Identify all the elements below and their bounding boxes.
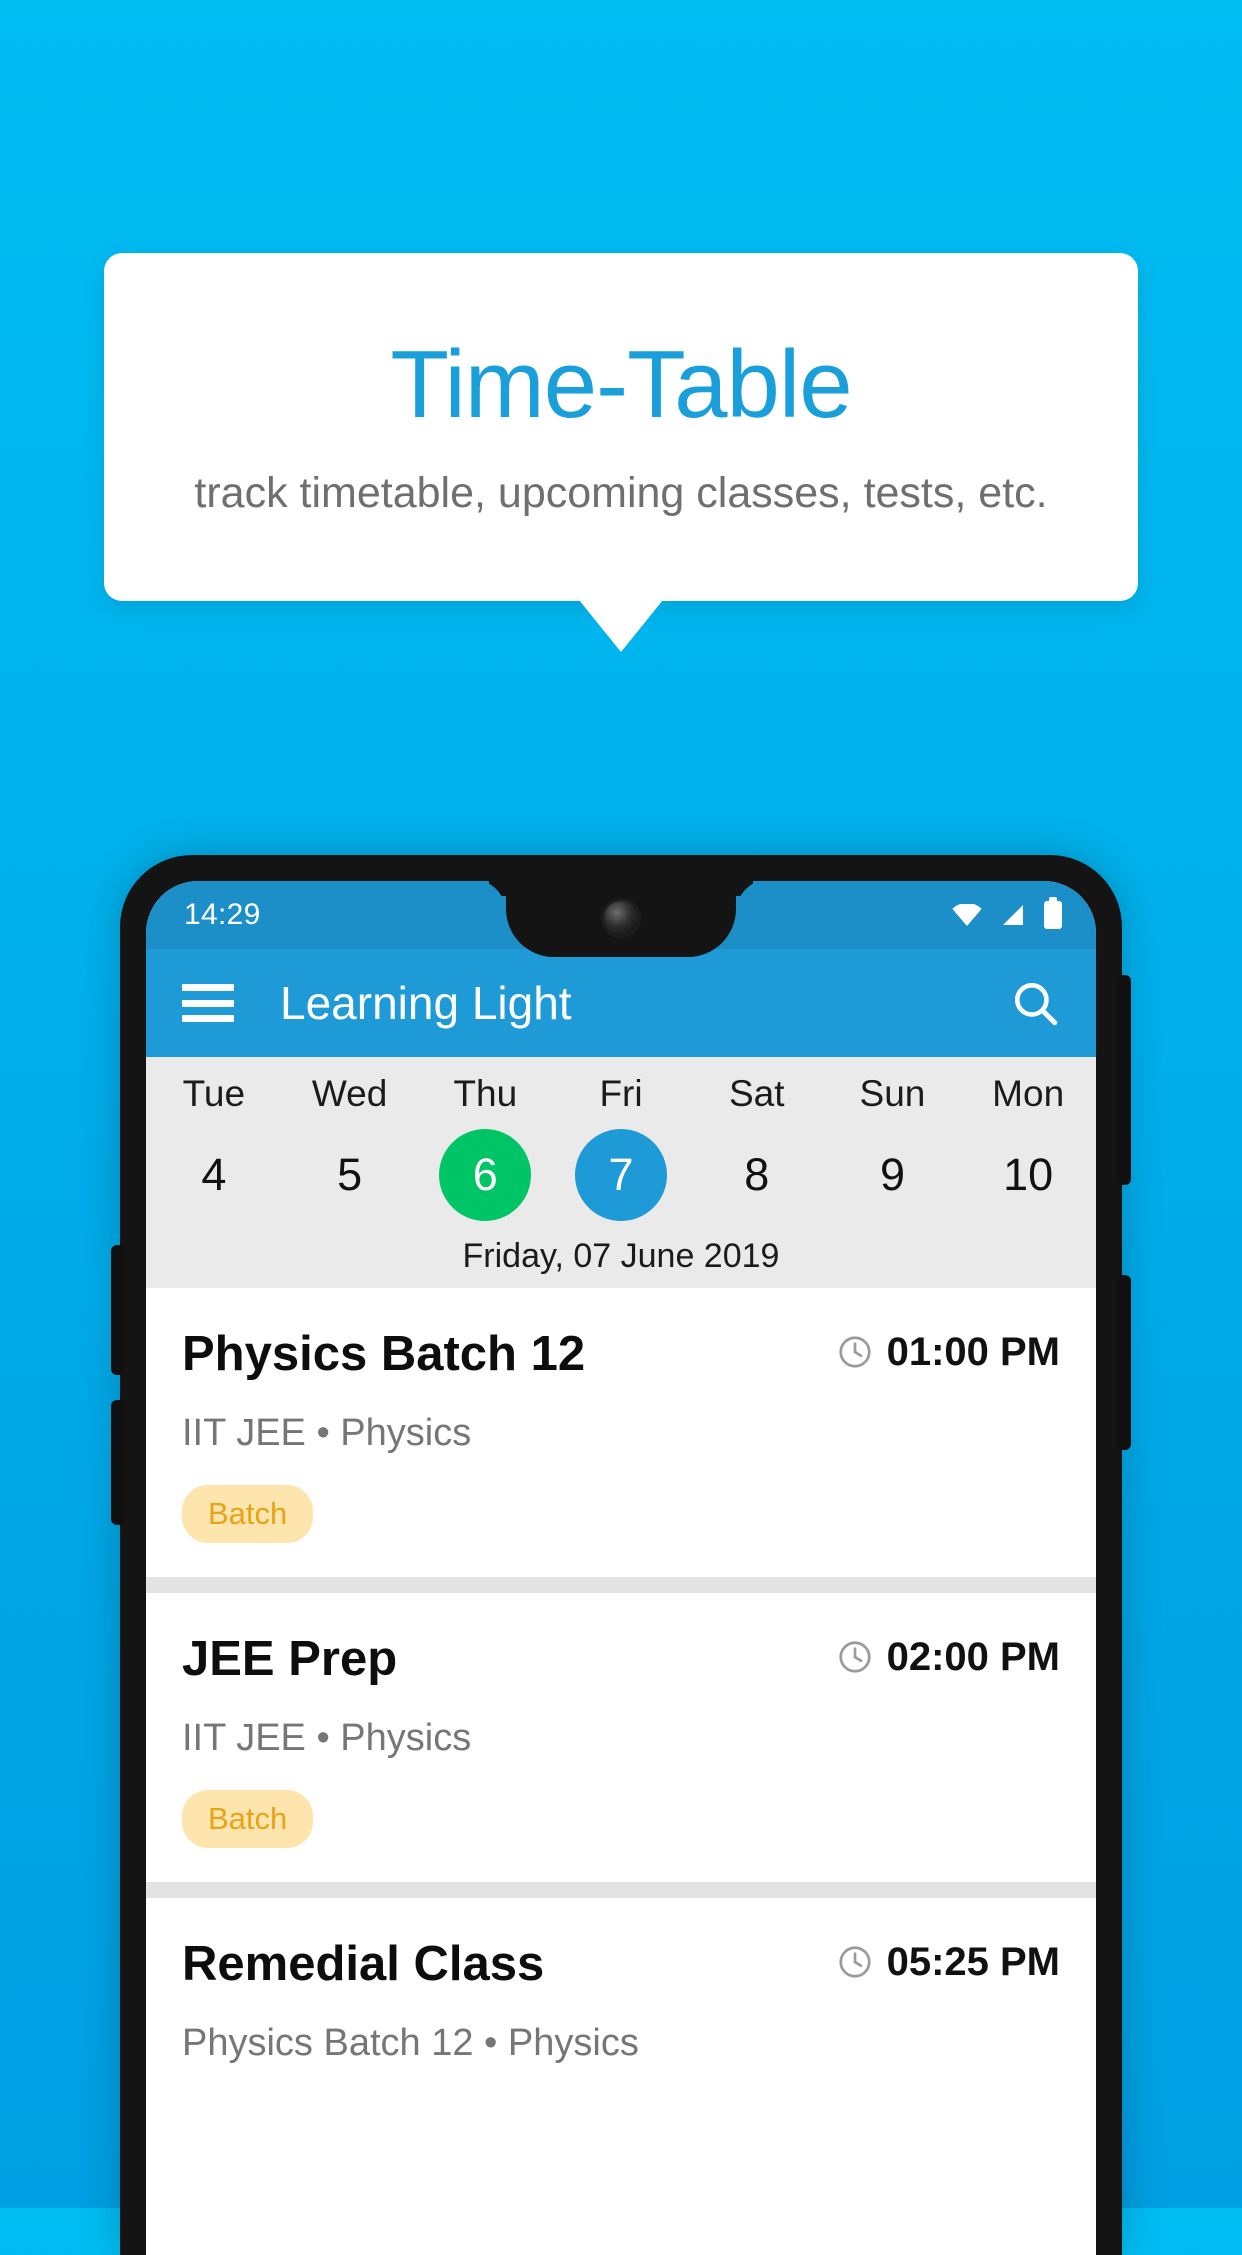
selected-date-label: Friday, 07 June 2019 bbox=[462, 1237, 780, 1275]
card-header: Remedial Class 05:25 PM bbox=[182, 1936, 1060, 1992]
day-number: 8 bbox=[744, 1149, 770, 1200]
day-number: 10 bbox=[1003, 1149, 1054, 1200]
volume-down-button[interactable] bbox=[111, 1400, 125, 1525]
day-number: 7 bbox=[575, 1129, 668, 1221]
status-badge: Batch bbox=[182, 1485, 314, 1543]
day-name: Wed bbox=[311, 1073, 388, 1114]
day-cell-fri-selected[interactable]: Fri 7 bbox=[553, 1073, 689, 1221]
battery-icon bbox=[1044, 897, 1062, 929]
card-title: Physics Batch 12 bbox=[182, 1327, 586, 1381]
card-time: 01:00 PM bbox=[837, 1330, 1060, 1375]
list-item[interactable]: Remedial Class 05:25 PM Physics Batch 12… bbox=[146, 1898, 1096, 2099]
day-name: Sun bbox=[859, 1073, 926, 1114]
app-bar: Learning Light bbox=[146, 949, 1096, 1057]
day-cell-tue[interactable]: Tue 4 bbox=[146, 1073, 282, 1221]
card-header: JEE Prep 02:00 PM bbox=[182, 1631, 1060, 1687]
front-camera bbox=[604, 901, 638, 935]
wifi-icon bbox=[952, 904, 982, 926]
volume-up-button[interactable] bbox=[111, 1245, 125, 1375]
signal-icon bbox=[1003, 905, 1023, 925]
phone-mockup: 14:29 Learning Light Tue 4 Wed 5 Thu 6 F… bbox=[111, 855, 1131, 2255]
card-title: JEE Prep bbox=[182, 1632, 398, 1686]
callout-pointer bbox=[579, 600, 663, 652]
day-cell-mon[interactable]: Mon 10 bbox=[960, 1073, 1096, 1221]
week-day-strip: Tue 4 Wed 5 Thu 6 Fri 7 Sat 8 Sun 9 Mon … bbox=[146, 1057, 1096, 1288]
clock-icon bbox=[838, 1946, 871, 1978]
day-name: Fri bbox=[599, 1073, 643, 1114]
status-badge: Batch bbox=[182, 1790, 314, 1848]
day-list: Tue 4 Wed 5 Thu 6 Fri 7 Sat 8 Sun 9 Mon … bbox=[146, 1073, 1096, 1221]
day-number: 4 bbox=[201, 1149, 227, 1200]
status-clock: 14:29 bbox=[184, 898, 261, 931]
search-icon[interactable] bbox=[1010, 978, 1060, 1028]
day-number: 9 bbox=[879, 1149, 905, 1200]
promo-callout-card: Time-Table track timetable, upcoming cla… bbox=[104, 253, 1138, 601]
day-number: 5 bbox=[337, 1149, 363, 1200]
day-name: Sat bbox=[728, 1073, 785, 1114]
day-cell-wed[interactable]: Wed 5 bbox=[282, 1073, 418, 1221]
clock-icon bbox=[838, 1336, 871, 1368]
card-title: Remedial Class bbox=[182, 1937, 545, 1991]
day-name: Tue bbox=[182, 1073, 246, 1114]
list-item[interactable]: JEE Prep 02:00 PM IIT JEE • Physics Batc… bbox=[146, 1593, 1096, 1882]
app-title: Learning Light bbox=[280, 977, 572, 1029]
assistant-button[interactable] bbox=[1117, 1275, 1131, 1450]
day-cell-sat[interactable]: Sat 8 bbox=[689, 1073, 825, 1221]
day-name: Thu bbox=[453, 1073, 518, 1114]
card-time-text: 05:25 PM bbox=[886, 1939, 1060, 1984]
power-button[interactable] bbox=[1117, 975, 1131, 1185]
status-icon-group bbox=[952, 897, 1062, 929]
schedule-list: Physics Batch 12 01:00 PM IIT JEE • Phys… bbox=[146, 1288, 1096, 2099]
card-time-text: 02:00 PM bbox=[886, 1634, 1060, 1679]
day-cell-thu-today[interactable]: Thu 6 bbox=[417, 1073, 553, 1221]
page-title: Time-Table bbox=[390, 330, 852, 438]
day-cell-sun[interactable]: Sun 9 bbox=[825, 1073, 961, 1221]
list-item[interactable]: Physics Batch 12 01:00 PM IIT JEE • Phys… bbox=[146, 1288, 1096, 1577]
phone-screen: 14:29 Learning Light Tue 4 Wed 5 Thu 6 F… bbox=[146, 881, 1096, 2255]
card-time-text: 01:00 PM bbox=[886, 1329, 1060, 1374]
card-time: 02:00 PM bbox=[837, 1635, 1060, 1680]
card-subtitle: IIT JEE • Physics bbox=[182, 1412, 472, 1454]
clock-icon bbox=[838, 1641, 871, 1673]
hamburger-menu-icon[interactable] bbox=[182, 984, 234, 1022]
card-subtitle: IIT JEE • Physics bbox=[182, 1717, 472, 1759]
card-subtitle: Physics Batch 12 • Physics bbox=[182, 2022, 639, 2064]
card-time: 05:25 PM bbox=[837, 1940, 1060, 1985]
card-header: Physics Batch 12 01:00 PM bbox=[182, 1326, 1060, 1382]
day-number: 6 bbox=[439, 1129, 532, 1221]
page-subtitle: track timetable, upcoming classes, tests… bbox=[194, 468, 1048, 517]
status-bar: 14:29 bbox=[146, 881, 1096, 957]
day-name: Mon bbox=[992, 1073, 1065, 1114]
phone-notch bbox=[506, 881, 736, 957]
